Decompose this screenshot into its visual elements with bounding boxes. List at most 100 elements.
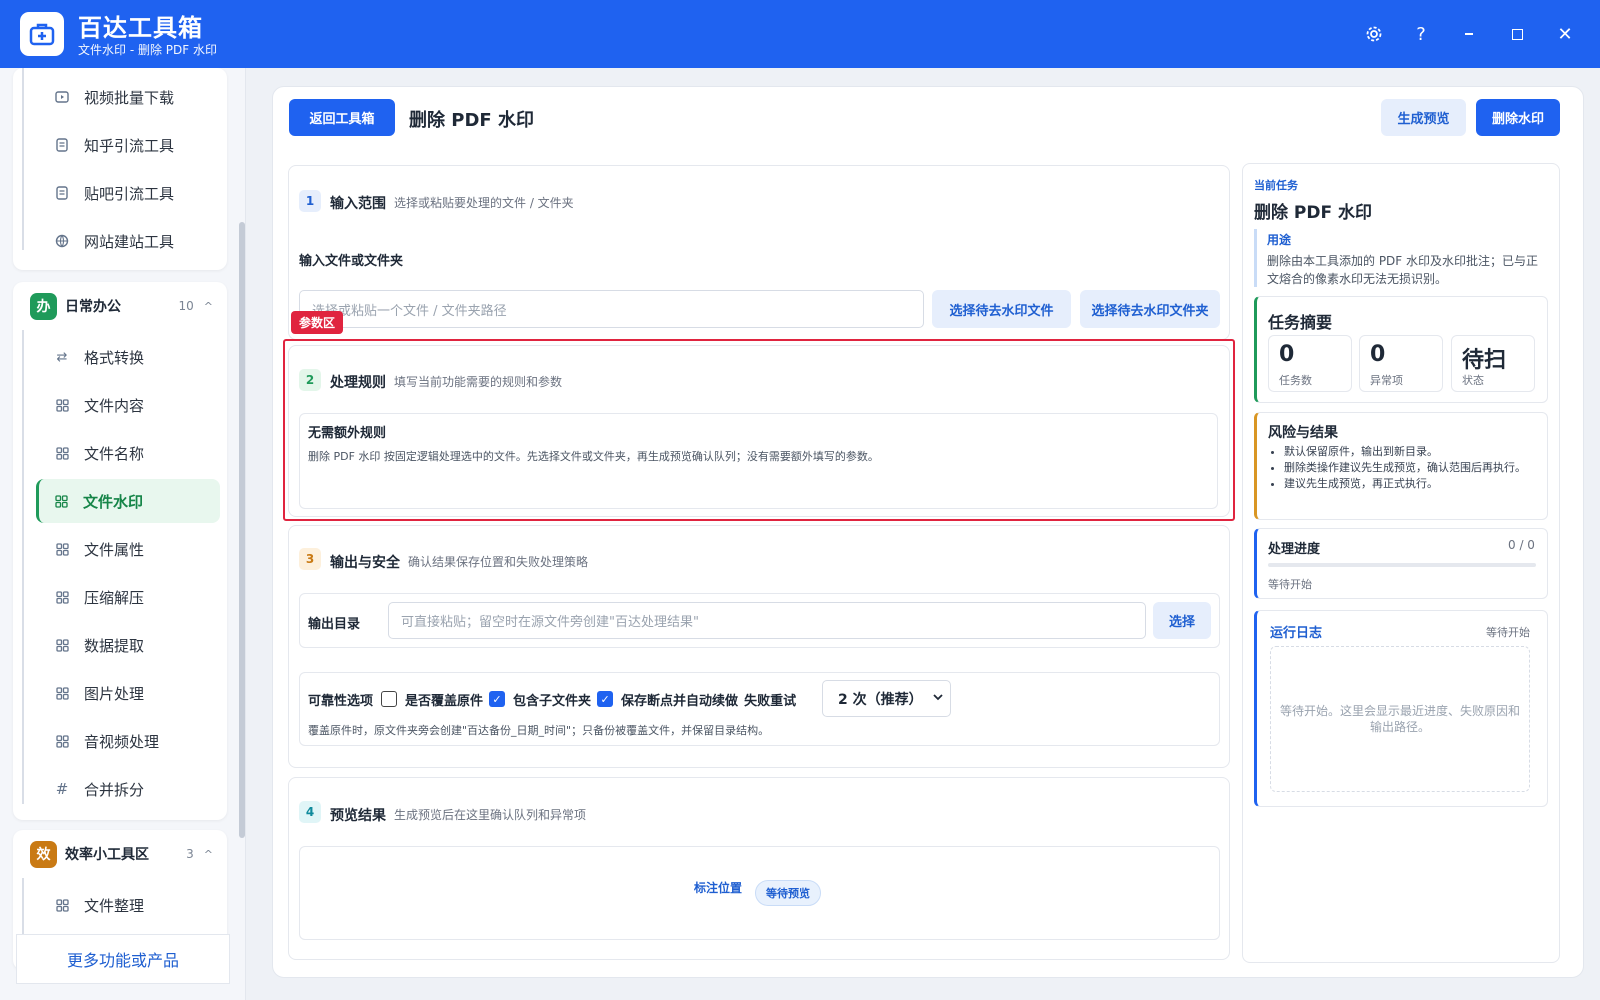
select-file-button[interactable]: 选择待去水印文件 [932,290,1071,328]
section-title: 输出与安全 [330,555,400,571]
grid-icon [54,541,70,557]
grid-icon [54,733,70,749]
app-title: 百达工具箱 [78,14,203,42]
overwrite-label: 是否覆盖原件 [405,693,484,709]
chevron-up-icon: ^ [203,299,213,313]
risk-list: 默认保留原件，输出到新目录。 删除类操作建议先生成预览，确认范围后再执行。 建议… [1284,444,1534,492]
minimize-icon[interactable] [1455,20,1483,48]
risk-item: 删除类操作建议先生成预览，确认范围后再执行。 [1284,460,1534,476]
sidebar-item-compress[interactable]: 压缩解压 [40,575,220,619]
remove-watermark-button[interactable]: 删除水印 [1476,99,1560,136]
globe-icon [54,233,70,249]
reliability-options-row: 可靠性选项 是否覆盖原件 ✓ 包含子文件夹 ✓ 保存断点并自动续做 失败重试 [308,689,796,709]
retry-select[interactable]: 2 次（推荐） [822,680,951,717]
settings-gear-icon[interactable] [1360,20,1388,48]
swap-icon: ⇄ [56,349,68,365]
section-title: 输入范围 [330,196,386,212]
sidebar-item-tieba-tool[interactable]: 贴吧引流工具 [40,171,220,215]
retry-value: 2 次（推荐） [838,691,923,708]
overwrite-checkbox[interactable] [381,691,398,707]
reliability-label: 可靠性选项 [308,693,374,709]
group-count: 10 [178,299,194,313]
grid-icon [54,397,70,413]
overwrite-note: 覆盖原件时，原文件夹旁会创建"百达备份_日期_时间"；只备份被覆盖文件，并保留目… [308,724,770,737]
include-subfolders-checkbox[interactable]: ✓ [489,691,506,707]
sidebar-group-daily-header[interactable]: 办 日常办公 10 ^ [13,282,227,330]
risk-title: 风险与结果 [1268,425,1338,441]
parameter-area-highlight [283,339,1235,521]
risk-item: 默认保留原件，输出到新目录。 [1284,444,1534,460]
choose-output-button[interactable]: 选择 [1153,602,1211,639]
sidebar-group-efficiency-header[interactable]: 效 效率小工具区 3 ^ [13,830,227,878]
grid-icon [53,493,69,509]
sidebar-item-file-content[interactable]: 文件内容 [40,383,220,427]
progress-title: 处理进度 [1268,542,1321,557]
progress-bar [1268,563,1536,567]
progress-status: 等待开始 [1268,578,1312,591]
group-name: 日常办公 [65,299,121,315]
close-icon[interactable]: ✕ [1551,20,1579,48]
sidebar-item-file-name[interactable]: 文件名称 [40,431,220,475]
resume-checkbox[interactable]: ✓ [597,691,614,707]
grid-icon [54,685,70,701]
grid-icon [54,589,70,605]
play-icon [54,89,70,105]
run-log-content: 等待开始。这里会显示最近进度、失败原因和输出路径。 [1270,646,1530,792]
usage-title: 用途 [1267,233,1292,247]
grid-icon [54,897,70,913]
summary-title: 任务摘要 [1268,313,1333,332]
app-subtitle: 文件水印 - 删除 PDF 水印 [78,43,217,57]
sidebar-item-zhihu-tool[interactable]: 知乎引流工具 [40,123,220,167]
input-path-field[interactable]: 选择或粘贴一个文件 / 文件夹路径 [299,290,924,328]
sidebar-item-file-attributes[interactable]: 文件属性 [40,527,220,571]
grid-icon [54,445,70,461]
sidebar-item-merge-split[interactable]: # 合并拆分 [40,767,220,811]
sidebar-item-format-convert[interactable]: ⇄ 格式转换 [40,335,220,379]
generate-preview-button[interactable]: 生成预览 [1381,99,1466,136]
usage-accent [1254,229,1257,287]
usage-text: 删除由本工具添加的 PDF 水印及水印批注；已与正文熔合的像素水印无法无损识别。 [1267,254,1539,286]
chevron-up-icon: ^ [203,847,213,861]
efficiency-badge: 效 [30,840,57,868]
input-field-label: 输入文件或文件夹 [299,254,404,269]
back-to-toolbox-button[interactable]: 返回工具箱 [289,99,395,136]
output-dir-field[interactable]: 可直接粘贴；留空时在源文件旁创建"百达处理结果" [388,602,1146,639]
retry-label: 失败重试 [744,693,797,709]
task-name: 删除 PDF 水印 [1254,203,1373,223]
parameter-area-tag: 参数区 [291,311,344,334]
section-desc: 生成预览后在这里确认队列和异常项 [394,808,587,822]
chevron-down-icon [932,691,944,707]
sidebar-item-website-tool[interactable]: 网站建站工具 [40,219,220,263]
resume-label: 保存断点并自动续做 [621,693,739,709]
stat-error-count: 0 异常项 [1359,335,1443,392]
title-bar: 百达工具箱 文件水印 - 删除 PDF 水印 ? ✕ [0,0,1600,68]
toolbox-logo-icon [20,12,64,56]
sidebar-item-video-download[interactable]: 视频批量下载 [40,75,220,119]
section-desc: 选择或粘贴要处理的文件 / 文件夹 [394,196,574,210]
mark-position-label: 标注位置 [694,881,743,895]
group-count: 3 [186,847,194,861]
current-task-kicker: 当前任务 [1254,179,1298,192]
doc-icon [54,185,70,201]
sidebar-item-av-process[interactable]: 音视频处理 [40,719,220,763]
step-number: 3 [299,548,321,570]
sidebar-item-image-process[interactable]: 图片处理 [40,671,220,715]
help-icon[interactable]: ? [1407,20,1435,48]
stat-task-count: 0 任务数 [1268,335,1352,392]
sidebar-item-file-organize[interactable]: 文件整理 [40,883,220,927]
sidebar-scrollbar[interactable] [239,222,245,838]
progress-count: 0 / 0 [1508,538,1535,552]
risk-item: 建议先生成预览，再正式执行。 [1284,476,1534,492]
stat-status: 待扫 状态 [1451,335,1535,392]
waiting-preview-badge: 等待预览 [755,880,821,906]
sidebar-item-file-watermark[interactable]: 文件水印 [36,479,220,523]
more-products-button[interactable]: 更多功能或产品 [16,934,230,984]
step-number: 4 [299,801,321,823]
select-folder-button[interactable]: 选择待去水印文件夹 [1080,290,1220,328]
sidebar-item-data-extract[interactable]: 数据提取 [40,623,220,667]
group-name: 效率小工具区 [65,847,149,863]
daily-badge: 办 [30,292,57,320]
page-title: 删除 PDF 水印 [409,110,534,131]
step-number: 1 [299,190,321,212]
maximize-icon[interactable] [1503,20,1531,48]
